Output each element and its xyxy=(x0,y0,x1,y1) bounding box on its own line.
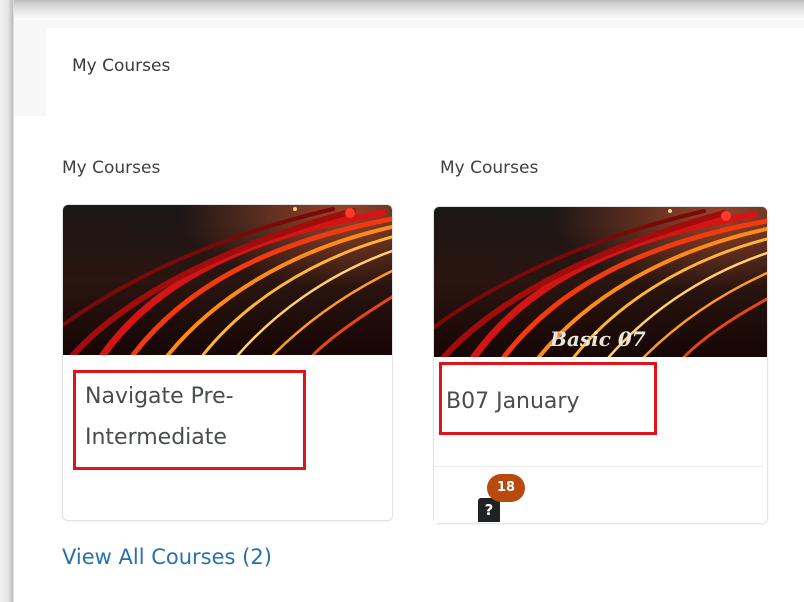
annotation-highlight-box-1 xyxy=(73,370,306,470)
course-image-light-trails xyxy=(63,205,392,355)
annotation-highlight-box-2 xyxy=(439,362,657,435)
course-card-navigate-pre-intermediate[interactable]: Navigate Pre- Intermediate xyxy=(62,204,393,521)
widget-title: My Courses xyxy=(72,56,171,76)
view-all-courses-link[interactable]: View All Courses (2) xyxy=(62,545,272,569)
column-title-1: My Courses xyxy=(62,158,161,178)
window-top-edge xyxy=(0,0,804,20)
course-image-caption: Basic 07 xyxy=(550,327,646,351)
screenshot-frame: My Courses My Courses Navigate Pre- Inte… xyxy=(0,0,804,602)
column-title-2: My Courses xyxy=(440,158,539,178)
window-left-edge xyxy=(0,0,14,602)
notification-count-badge: 18 xyxy=(487,474,525,502)
